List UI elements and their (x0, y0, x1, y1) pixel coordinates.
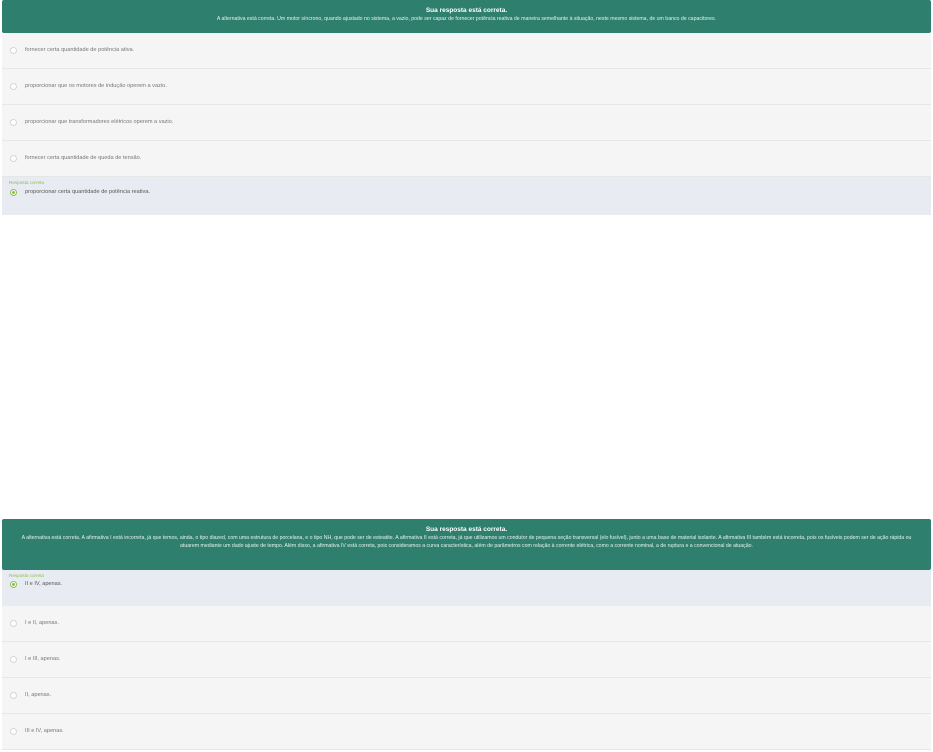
answer-options: fornecer certa quantidade de potência at… (2, 33, 931, 215)
feedback-text: A alternativa está correta. A afirmativa… (21, 535, 912, 550)
option-label: I e III, apenas. (25, 656, 61, 662)
option-e[interactable]: III e IV, apenas. (2, 714, 931, 750)
radio-icon[interactable] (10, 83, 17, 90)
option-e-correct[interactable]: Resposta correta proporcionar certa quan… (2, 177, 931, 215)
option-label: proporcionar que os motores de indução o… (25, 83, 167, 89)
option-d[interactable]: II, apenas. (2, 678, 931, 714)
option-label: I e II, apenas. (25, 620, 59, 626)
option-label: proporcionar que transformadores elétric… (25, 119, 174, 125)
option-label: II, apenas. (25, 692, 52, 698)
correct-answer-tag: Resposta correta (9, 180, 44, 185)
feedback-title: Sua resposta está correta. (425, 7, 508, 14)
option-b[interactable]: I e II, apenas. (2, 606, 931, 642)
feedback-banner: Sua resposta está correta. A alternativa… (2, 519, 931, 570)
feedback-title: Sua resposta está correta. (425, 526, 508, 533)
option-label: III e IV, apenas. (25, 728, 64, 734)
radio-icon[interactable] (10, 692, 17, 699)
radio-icon[interactable] (10, 47, 17, 54)
option-label: fornecer certa quantidade de queda de te… (25, 155, 142, 161)
radio-selected-icon[interactable] (10, 581, 17, 588)
answer-options: Resposta correta II e IV, apenas. I e II… (2, 570, 931, 750)
radio-icon[interactable] (10, 119, 17, 126)
radio-icon[interactable] (10, 728, 17, 735)
radio-icon[interactable] (10, 656, 17, 663)
option-d[interactable]: fornecer certa quantidade de queda de te… (2, 141, 931, 177)
option-label: proporcionar certa quantidade de potênci… (25, 189, 151, 195)
question-2: Sua resposta está correta. A alternativa… (0, 519, 933, 750)
radio-icon[interactable] (10, 620, 17, 627)
radio-selected-icon[interactable] (10, 189, 17, 196)
option-label: fornecer certa quantidade de potência at… (25, 47, 135, 53)
correct-answer-tag: Resposta correta (9, 573, 44, 578)
option-b[interactable]: proporcionar que os motores de indução o… (2, 69, 931, 105)
feedback-banner: Sua resposta está correta. A alternativa… (2, 0, 931, 33)
option-label: II e IV, apenas. (25, 581, 63, 587)
radio-icon[interactable] (10, 155, 17, 162)
option-a-correct[interactable]: Resposta correta II e IV, apenas. (2, 570, 931, 606)
feedback-text: A alternativa está correta. Um motor sín… (216, 16, 717, 22)
option-c[interactable]: I e III, apenas. (2, 642, 931, 678)
option-c[interactable]: proporcionar que transformadores elétric… (2, 105, 931, 141)
option-a[interactable]: fornecer certa quantidade de potência at… (2, 33, 931, 69)
question-1: Sua resposta está correta. A alternativa… (0, 0, 933, 215)
